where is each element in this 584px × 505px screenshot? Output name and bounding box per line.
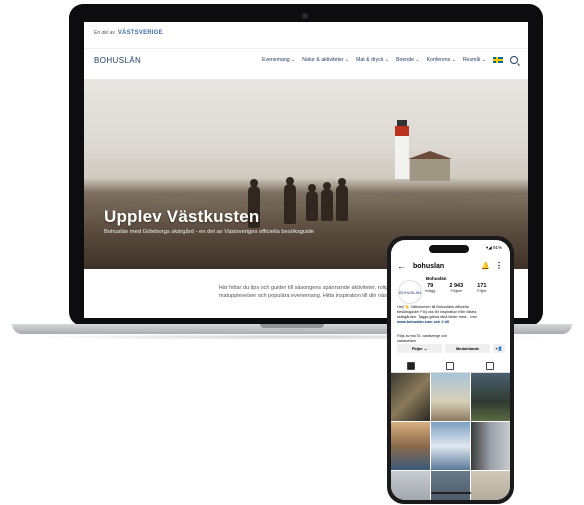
following-button[interactable]: Följer ⌄ [397, 344, 442, 353]
ig-username: bohuslan [413, 262, 445, 270]
house [408, 151, 452, 181]
post-grid [391, 373, 510, 500]
avatar[interactable]: BOHUSLÄN [398, 280, 422, 304]
post-thumbnail[interactable] [431, 422, 470, 470]
laptop-notch [260, 324, 324, 328]
profile-buttons: Följer ⌄ Meddelande +👤 [397, 344, 505, 353]
nav-item-evenemang[interactable]: Evenemang [262, 57, 295, 63]
phone-screen: ▾◢ 91% ← bohuslan 🔔 ⋮ BOHUSLÄN Bohuslän … [391, 240, 510, 500]
nav-item-konferens[interactable]: Konferens [427, 57, 456, 63]
post-thumbnail[interactable] [431, 471, 470, 500]
nav-item-natur[interactable]: Natur & aktiviteter [302, 57, 349, 63]
add-person-button[interactable]: +👤 [493, 344, 505, 353]
stat-label: Följer [477, 289, 487, 293]
nav-item-mat[interactable]: Mat & dryck [356, 57, 389, 63]
person [336, 178, 348, 221]
ig-header: ← bohuslan 🔔 ⋮ [391, 259, 510, 273]
person [321, 182, 333, 221]
person [284, 177, 296, 224]
lighthouse [395, 120, 409, 179]
stat-following[interactable]: 171 Följer [477, 283, 487, 293]
status-icons: ▾◢ 91% [486, 245, 502, 250]
nav-menu: Evenemang Natur & aktiviteter Mat & dryc… [262, 49, 518, 71]
stat-label: Inlägg [425, 289, 436, 293]
nav-item-resmal[interactable]: Resmål [463, 57, 486, 63]
profile-tabs [391, 360, 510, 373]
search-icon[interactable] [510, 56, 518, 64]
post-thumbnail[interactable] [391, 422, 430, 470]
back-arrow-icon[interactable]: ← [397, 261, 406, 271]
post-thumbnail[interactable] [471, 471, 510, 500]
followed-by-line: vastsweden [397, 338, 416, 343]
swedish-flag-icon[interactable] [493, 57, 503, 63]
camera-icon [302, 13, 308, 19]
main-nav: BOHUSLÄN Evenemang Natur & aktiviteter M… [84, 48, 528, 71]
message-button[interactable]: Meddelande [445, 344, 490, 353]
person [306, 184, 318, 221]
post-thumbnail[interactable] [391, 373, 430, 421]
stat-label: Följare [450, 289, 463, 293]
more-icon[interactable]: ⋮ [495, 261, 503, 270]
profile-bio: Hej! 👋 Välkommen till Bohusläns officiel… [397, 305, 505, 325]
vastsverige-logo[interactable]: VÄSTSVERIGE [118, 30, 163, 36]
followed-by: Följs av mio75, vastsverige och vastswed… [397, 334, 505, 343]
post-thumbnail[interactable] [471, 373, 510, 421]
topbar: En del av VÄSTSVERIGE [84, 22, 528, 44]
stat-followers[interactable]: 2 943 Följare [449, 283, 463, 293]
post-thumbnail[interactable] [431, 373, 470, 421]
site-logo[interactable]: BOHUSLÄN [94, 56, 141, 65]
hero-subtitle: Bohuslän med Göteborgs skärgård - en del… [104, 229, 314, 235]
reels-icon[interactable] [446, 362, 455, 370]
bell-icon[interactable]: 🔔 [481, 262, 490, 270]
home-indicator[interactable] [431, 492, 471, 494]
nav-item-boende[interactable]: Boende [396, 57, 419, 63]
grid-icon[interactable] [406, 362, 415, 370]
stat-posts[interactable]: 79 Inlägg [425, 283, 435, 293]
post-thumbnail[interactable] [391, 471, 430, 500]
topbar-prefix: En del av [94, 30, 115, 36]
tagged-icon[interactable] [486, 362, 495, 370]
profile-stats: 79 Inlägg 2 943 Följare 171 Följer [425, 283, 487, 293]
post-thumbnail[interactable] [471, 422, 510, 470]
profile-name: Bohuslän [426, 276, 447, 281]
hero-title: Upplev Västkusten [104, 207, 260, 226]
dynamic-island [429, 245, 469, 253]
bio-link[interactable]: www.bohuslan.com och 2 till [397, 320, 505, 325]
